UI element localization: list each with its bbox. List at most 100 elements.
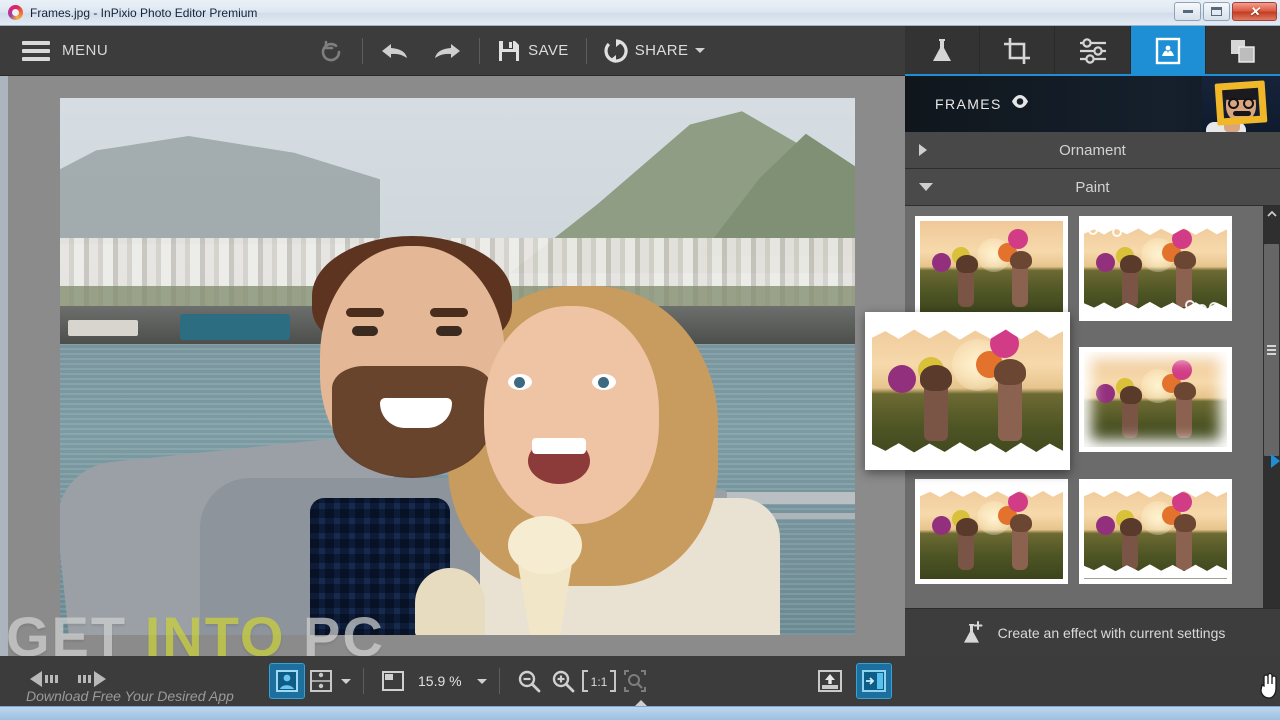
next-image-icon — [74, 669, 108, 689]
frame-thumb-5[interactable] — [915, 479, 1068, 584]
tab-adjustments[interactable] — [1055, 26, 1130, 76]
fit-to-screen-icon — [623, 669, 647, 693]
single-view-button[interactable] — [270, 664, 304, 698]
tab-layers[interactable] — [1206, 26, 1280, 76]
person-holding-yellow-frame-photo — [1202, 76, 1280, 132]
zoom-in-icon — [551, 669, 575, 693]
close-button[interactable]: ✕ — [1232, 2, 1277, 21]
status-right-actions — [813, 664, 905, 698]
canvas-left-edge — [0, 76, 8, 656]
floppy-disk-icon — [497, 39, 521, 63]
create-effect-button[interactable]: Create an effect with current settings — [905, 608, 1280, 656]
menu-group[interactable]: MENU — [0, 41, 108, 61]
chevron-up-icon — [1267, 210, 1277, 218]
taskbar — [0, 706, 1280, 720]
zoom-in-button[interactable] — [546, 664, 580, 698]
mouse-cursor-hand-icon — [1258, 672, 1280, 700]
compare-view-chevron-down-icon[interactable] — [341, 679, 351, 684]
minimize-icon — [1183, 10, 1193, 13]
zoom-chevron-down-icon[interactable] — [477, 679, 487, 684]
maximize-icon — [1211, 7, 1222, 16]
fit-image-icon — [382, 670, 404, 692]
tab-effects[interactable] — [905, 26, 980, 76]
single-image-view-icon — [276, 670, 298, 692]
frame-thumb-4[interactable] — [1079, 347, 1232, 452]
grip-lines-icon — [1267, 343, 1276, 357]
window-title: Frames.jpg - InPixio Photo Editor Premiu… — [30, 6, 257, 20]
toolbar-separator-3 — [586, 38, 587, 64]
create-effect-label: Create an effect with current settings — [998, 625, 1226, 641]
toggle-panel-button[interactable] — [857, 664, 891, 698]
export-image-icon — [818, 670, 842, 692]
title-bar: Frames.jpg - InPixio Photo Editor Premiu… — [0, 0, 1280, 26]
triangle-down-icon — [919, 183, 933, 191]
photo-ice-cream-scoop — [508, 516, 582, 574]
undo-button[interactable] — [369, 26, 421, 76]
scrollbar-thumb[interactable] — [1264, 244, 1279, 456]
compare-view-button[interactable] — [304, 664, 338, 698]
photo-woman-eye-right — [592, 374, 616, 390]
save-label: SAVE — [528, 42, 569, 59]
fit-image-button[interactable] — [376, 664, 410, 698]
eye-icon[interactable] — [1011, 95, 1029, 113]
frame-thumb-1[interactable] — [915, 216, 1068, 321]
maximize-button[interactable] — [1203, 2, 1230, 21]
window-controls: ✕ — [1174, 2, 1277, 21]
photo-boat-small — [68, 320, 138, 336]
tool-tab-bar — [905, 26, 1280, 76]
triangle-right-icon — [919, 144, 927, 156]
flask-plus-icon — [960, 620, 986, 646]
frame-thumb-hover-preview[interactable] — [865, 312, 1070, 470]
section-ornament[interactable]: Ornament — [905, 132, 1280, 169]
zoom-out-button[interactable] — [512, 664, 546, 698]
share-button[interactable]: SHARE — [593, 26, 717, 76]
photo-man-brow-right — [430, 308, 468, 317]
redo-button[interactable] — [421, 26, 473, 76]
hamburger-icon[interactable] — [22, 41, 50, 61]
fit-to-screen-button[interactable] — [618, 664, 652, 698]
frame-thumb-1-image — [920, 221, 1063, 316]
actual-size-icon: 1:1 — [582, 670, 616, 692]
menu-label: MENU — [62, 42, 108, 59]
crop-icon — [1002, 36, 1032, 66]
minimize-button[interactable] — [1174, 2, 1201, 21]
eye-glyph-icon — [1011, 95, 1029, 108]
photo-man-brow-left — [346, 308, 384, 317]
couple-selfie-at-harbor-photo[interactable] — [60, 98, 855, 635]
frame-thumb-2-image — [1084, 221, 1227, 316]
reset-button[interactable] — [308, 26, 356, 76]
toolbar-actions: SAVE SHARE — [308, 26, 716, 76]
flask-icon — [927, 36, 957, 66]
save-button[interactable]: SAVE — [486, 26, 580, 76]
export-image-button[interactable] — [813, 664, 847, 698]
photo-woman-teeth — [532, 438, 586, 454]
actual-size-button[interactable]: 1:1 — [580, 664, 618, 698]
scroll-up-button[interactable] — [1263, 206, 1280, 222]
tab-frames[interactable] — [1131, 26, 1206, 76]
promo-watermark-text: Download Free Your Desired App — [26, 688, 234, 704]
frame-thumb-hover-preview-image — [872, 319, 1063, 463]
view-and-zoom-controls: 15.9 % 1 — [270, 664, 652, 698]
zoom-value[interactable]: 15.9 % — [418, 673, 462, 689]
tab-crop[interactable] — [980, 26, 1055, 76]
status-separator-1 — [363, 668, 364, 694]
section-paint[interactable]: Paint — [905, 169, 1280, 206]
toggle-panel-icon — [862, 670, 886, 692]
image-canvas[interactable]: GET INTO PC — [0, 76, 905, 656]
frame-thumb-2[interactable] — [1079, 216, 1232, 321]
close-icon: ✕ — [1249, 5, 1260, 18]
photo-boat — [180, 314, 290, 340]
share-circle-icon — [604, 39, 628, 63]
frame-thumb-2-swirl-ornament — [1084, 221, 1227, 316]
section-paint-label: Paint — [1075, 179, 1109, 196]
frame-thumb-6[interactable] — [1079, 479, 1232, 584]
frame-thumb-5-image — [920, 484, 1063, 579]
compare-view-icon — [310, 670, 332, 692]
photo-man-smile — [380, 398, 452, 428]
frame-thumb-6-image — [1084, 484, 1227, 579]
frame-thumb-4-image — [1084, 352, 1227, 447]
toolbar-separator-2 — [479, 38, 480, 64]
app-window: Frames.jpg - InPixio Photo Editor Premiu… — [0, 0, 1280, 720]
scroll-position-marker-icon — [1271, 454, 1280, 468]
panel-header: FRAMES — [905, 76, 1280, 132]
